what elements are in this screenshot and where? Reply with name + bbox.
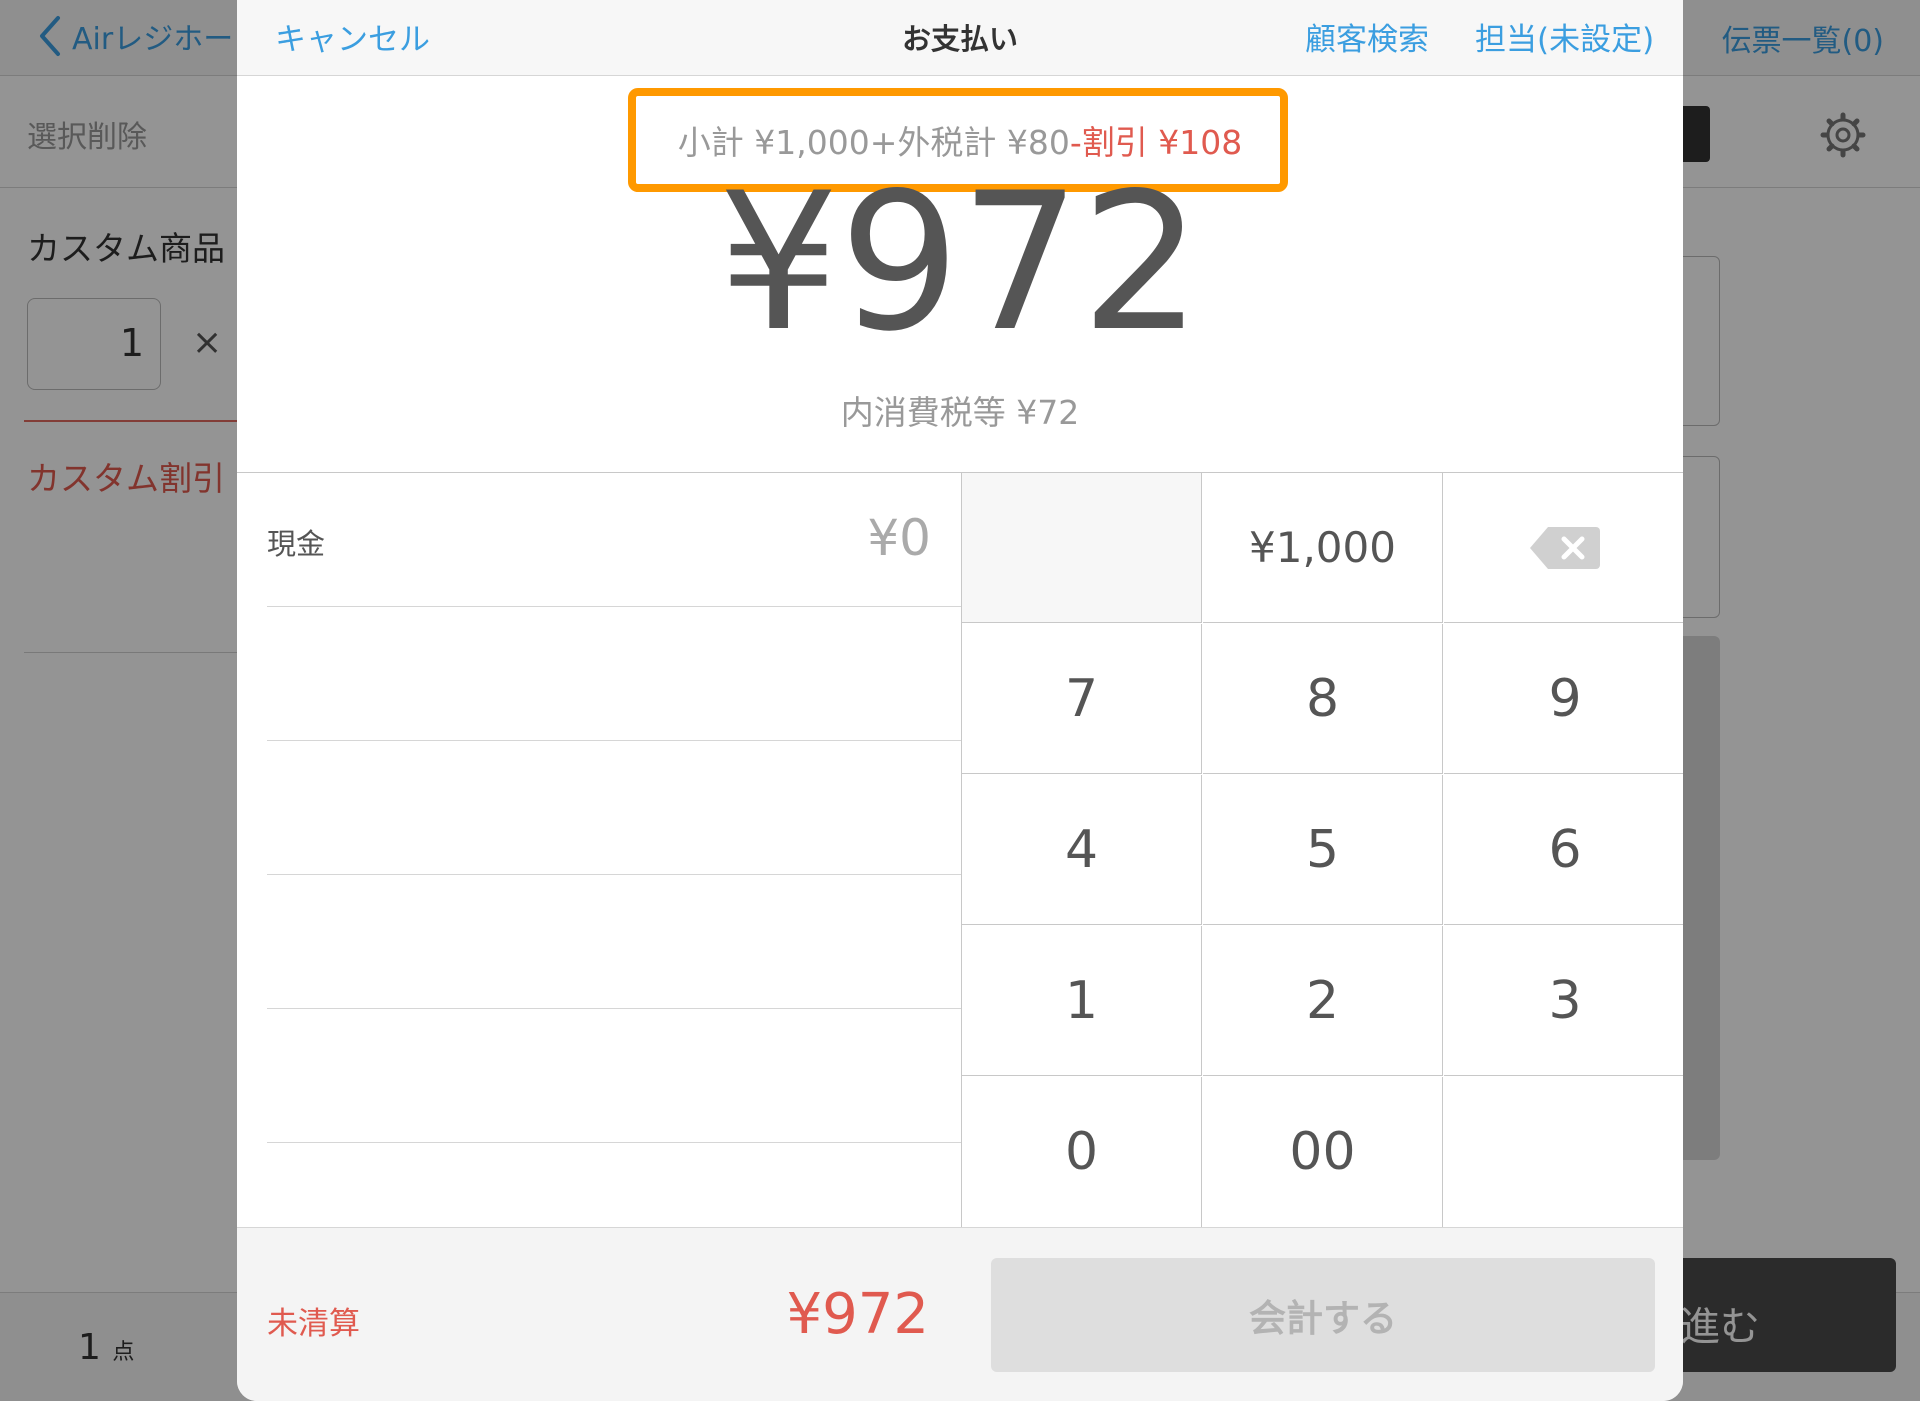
keypad-blank-key — [1444, 1077, 1683, 1227]
preset-1000-key[interactable]: ¥1,000 — [1203, 473, 1443, 623]
payment-row-empty[interactable] — [267, 741, 961, 875]
key-0[interactable]: 0 — [962, 1077, 1202, 1227]
modal-footer: 未清算 ¥972 会計する — [237, 1227, 1683, 1401]
key-9[interactable]: 9 — [1444, 624, 1683, 774]
key-7[interactable]: 7 — [962, 624, 1202, 774]
key-8[interactable]: 8 — [1203, 624, 1443, 774]
total-amount: ¥972 — [718, 152, 1202, 373]
checkout-button[interactable]: 会計する — [991, 1258, 1655, 1372]
key-5[interactable]: 5 — [1203, 775, 1443, 925]
modal-header: キャンセル お支払い 顧客検索 担当(未設定) — [237, 0, 1683, 76]
remaining-amount: ¥972 — [786, 1282, 929, 1347]
numeric-keypad: ¥1,000 7 8 9 4 5 6 1 2 3 0 00 — [961, 473, 1683, 1227]
customer-search-button[interactable]: 顧客検索 — [1305, 14, 1429, 59]
payment-row-cash[interactable]: 現金 ¥0 — [267, 473, 961, 607]
key-6[interactable]: 6 — [1444, 775, 1683, 925]
key-1[interactable]: 1 — [962, 926, 1202, 1076]
backspace-key[interactable] — [1444, 473, 1683, 623]
unsettled-status: 未清算 — [267, 1306, 360, 1342]
payment-amount: ¥0 — [867, 509, 931, 567]
payment-row-empty[interactable] — [267, 1009, 961, 1143]
tax-included: 内消費税等 ¥72 — [840, 393, 1080, 432]
modal-title: お支払い — [901, 22, 1018, 56]
payment-row-empty[interactable] — [267, 875, 961, 1009]
payment-row-empty[interactable] — [267, 607, 961, 741]
backspace-icon — [1530, 526, 1600, 569]
key-4[interactable]: 4 — [962, 775, 1202, 925]
payment-modal: キャンセル お支払い 顧客検索 担当(未設定) 小計 ¥1,000+外税計 ¥8… — [237, 0, 1683, 1401]
payment-method-label: 現金 — [267, 527, 326, 561]
key-3[interactable]: 3 — [1444, 926, 1683, 1076]
staff-button[interactable]: 担当(未設定) — [1475, 14, 1654, 59]
keypad-blank-key — [962, 473, 1202, 623]
key-2[interactable]: 2 — [1203, 926, 1443, 1076]
key-00[interactable]: 00 — [1203, 1077, 1443, 1227]
